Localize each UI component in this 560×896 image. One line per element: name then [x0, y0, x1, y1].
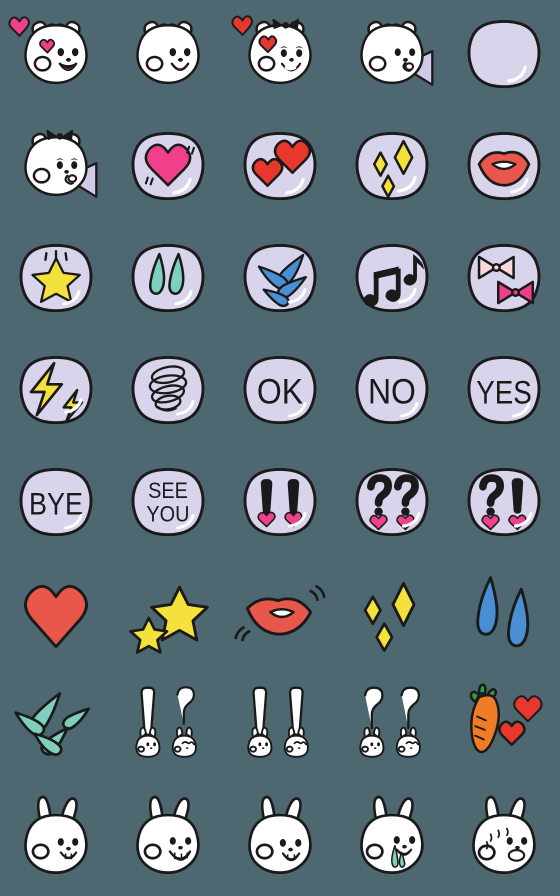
sticker-bubble-text-yes[interactable]: YES: [448, 336, 560, 448]
sticker-bubble-empty[interactable]: Empty speech bubble: [448, 0, 560, 112]
bubble-star-icon: [19, 243, 93, 313]
bubble-interrobang-icon: [467, 467, 541, 537]
bear-happy-hearts-icon: [8, 16, 88, 85]
bubble-text-no-icon: NO: [355, 355, 429, 425]
bubble-text-bye-icon: BYE: [19, 467, 93, 537]
bunnies-double-exclaim-icon: [247, 686, 309, 758]
yellow-stars-icon: [129, 585, 209, 654]
sticker-bubble-text-no[interactable]: NO: [336, 336, 448, 448]
bear-ribbon-party-horn-icon: [24, 129, 98, 198]
bubble-two-red-hearts-icon: [243, 131, 317, 201]
emoji-sticker-grid: Bear smiling with pink hearts Bear smili…: [0, 0, 560, 896]
sticker-bubble-text-bye[interactable]: BYE: [0, 448, 112, 560]
yellow-sparkles-icon: [363, 581, 416, 652]
bubble-ok-text: OK: [257, 372, 304, 412]
sticker-bubble-teal-drops[interactable]: Bubble with two teal drops: [112, 224, 224, 336]
sticker-bear-happy[interactable]: Bear smiling: [112, 0, 224, 112]
sticker-rabbit-crying[interactable]: Rabbit crying with tears: [336, 784, 448, 896]
sticker-bubble-scribble[interactable]: Bubble with scribble: [112, 336, 224, 448]
sticker-blue-teardrops[interactable]: Two blue teardrops: [448, 560, 560, 672]
sticker-red-lips[interactable]: Red lips with motion lines: [224, 560, 336, 672]
bubble-text-see-you-icon: SEE YOU: [131, 467, 205, 537]
bubble-double-question-icon: [355, 467, 429, 537]
sticker-bubble-music-notes[interactable]: Bubble with music notes: [336, 224, 448, 336]
sticker-carrot-hearts[interactable]: Carrot with red hearts: [448, 672, 560, 784]
bubble-text-yes-icon: YES: [467, 355, 541, 425]
bubble-yes-text: YES: [476, 376, 531, 412]
sticker-rabbit-worried[interactable]: Rabbit worried with sweat drops: [448, 784, 560, 896]
bubble-sparkles-icon: [355, 131, 429, 201]
bubble-you-text: YOU: [146, 502, 189, 526]
sticker-bubble-blue-splash[interactable]: Bubble with blue splash drops: [224, 224, 336, 336]
bubble-see-text: SEE: [148, 479, 188, 503]
sticker-bunnies-double-exclaim[interactable]: Two bunnies with exclamation marks: [224, 672, 336, 784]
sticker-bubble-ribbons[interactable]: Bubble with two ribbons: [448, 224, 560, 336]
bubble-lightning-icon: [19, 355, 93, 425]
rabbit-crying-icon: [360, 795, 424, 874]
rabbit-worried-icon: [472, 795, 536, 874]
sticker-rabbit-neutral[interactable]: Rabbit neutral face: [0, 784, 112, 896]
bubble-double-exclaim-icon: [243, 467, 317, 537]
bubble-ribbons-icon: [467, 243, 541, 313]
red-heart-icon: [24, 584, 88, 649]
sticker-bubble-lightning[interactable]: Bubble with lightning bolts: [0, 336, 112, 448]
sticker-bear-party-horn[interactable]: Bear blowing party horn: [336, 0, 448, 112]
bubble-no-text: NO: [368, 372, 416, 412]
teal-splash-icon: [14, 692, 90, 756]
bunnies-double-question-icon: [359, 686, 421, 758]
sticker-bubble-interrobang[interactable]: Bubble with question and exclamation mar…: [448, 448, 560, 560]
sticker-bubble-text-ok[interactable]: OK: [224, 336, 336, 448]
bear-happy-icon: [136, 20, 200, 85]
bubble-scribble-icon: [131, 355, 205, 425]
sticker-bubble-double-question[interactable]: Bubble with two question marks and heart…: [336, 448, 448, 560]
sticker-bubble-double-exclaim[interactable]: Bubble with two exclamation marks and he…: [224, 448, 336, 560]
bubble-blue-splash-icon: [243, 243, 317, 313]
bubble-empty-icon: [467, 19, 541, 89]
sticker-bubble-sparkles[interactable]: Bubble with yellow sparkles: [336, 112, 448, 224]
sticker-rabbit-grin[interactable]: Rabbit grinning: [112, 784, 224, 896]
bubble-text-ok-icon: OK: [243, 355, 317, 425]
bear-party-horn-icon: [360, 20, 434, 86]
blue-teardrops-icon: [476, 576, 530, 648]
sticker-bubble-star[interactable]: Bubble with yellow star: [0, 224, 112, 336]
sticker-bear-happy-hearts[interactable]: Bear smiling with pink hearts: [0, 0, 112, 112]
sticker-bubble-pink-heart[interactable]: Bubble with pink heart: [112, 112, 224, 224]
bubble-music-notes-icon: [355, 243, 429, 313]
sticker-teal-splash[interactable]: Teal splash drops: [0, 672, 112, 784]
rabbit-neutral-icon: [24, 795, 88, 874]
rabbit-smile-icon: [248, 795, 312, 874]
bubble-lips-icon: [467, 131, 541, 201]
bear-ribbon-hearts-icon: [231, 15, 312, 85]
sticker-bubble-lips[interactable]: Bubble with red lips: [448, 112, 560, 224]
sticker-bubble-two-red-hearts[interactable]: Bubble with two red hearts: [224, 112, 336, 224]
sticker-bubble-text-see-you[interactable]: SEE YOU: [112, 448, 224, 560]
rabbit-grin-icon: [136, 795, 200, 874]
sticker-yellow-sparkles[interactable]: Yellow sparkles: [336, 560, 448, 672]
red-lips-icon: [234, 584, 326, 642]
carrot-hearts-icon: [469, 683, 543, 754]
sticker-bear-ribbon-party-horn[interactable]: Bear with ribbon blowing party horn: [0, 112, 112, 224]
sticker-rabbit-smile[interactable]: Rabbit smiling: [224, 784, 336, 896]
sticker-bunnies-exclaim-question[interactable]: Two bunnies with exclamation and questio…: [112, 672, 224, 784]
sticker-bear-ribbon-hearts[interactable]: Bear with ribbon and red hearts: [224, 0, 336, 112]
bubble-teal-drops-icon: [131, 243, 205, 313]
bunnies-exclaim-question-icon: [135, 686, 197, 758]
sticker-bunnies-double-question[interactable]: Two bunnies with question marks: [336, 672, 448, 784]
bubble-bye-text: BYE: [29, 487, 83, 523]
sticker-yellow-stars[interactable]: Two yellow stars: [112, 560, 224, 672]
bubble-pink-heart-icon: [131, 131, 205, 201]
sticker-red-heart[interactable]: Red heart: [0, 560, 112, 672]
